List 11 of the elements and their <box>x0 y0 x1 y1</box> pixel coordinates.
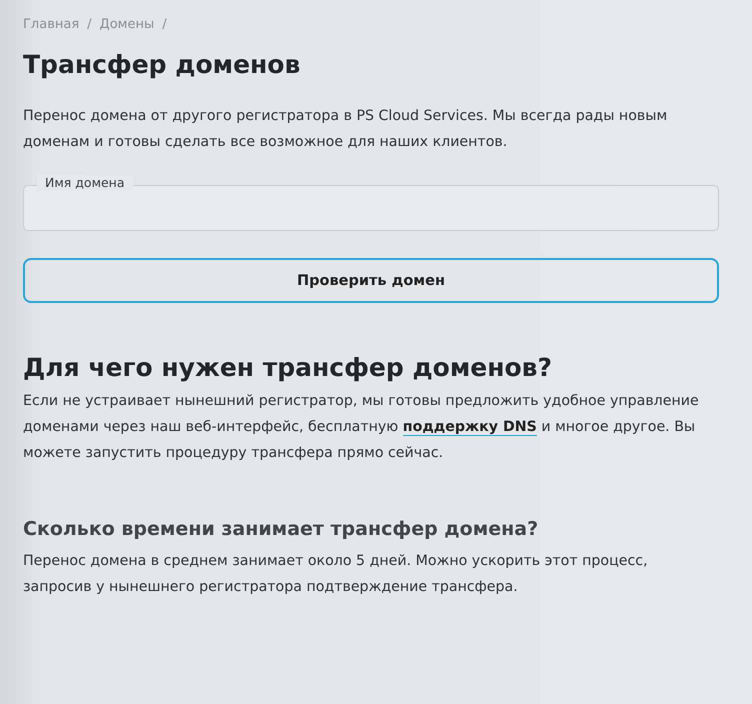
dns-support-link[interactable]: поддержку DNS <box>402 419 537 436</box>
breadcrumb-separator: / <box>162 17 167 32</box>
section-paragraph: Если не устраивает нынешний регистратор, мы готовы предложить удобное управление доменами через наш веб-интерфейс, бесплатную поддержку DNS и многое другое. Вы можете запустить процедуру трансфера прямо сейчас. <box>23 392 700 463</box>
field-label: Имя домена <box>37 175 133 190</box>
section-paragraph: Перенос домена в среднем занимает около 5 дней. Можно ускорить этот процесс, запросив у нынешнего регистратора подтверждение трансфера. <box>23 552 649 597</box>
section-heading: Для чего нужен трансфер доменов? <box>23 353 554 382</box>
page-title: Трансфер доменов <box>23 50 302 79</box>
breadcrumb-separator: / <box>87 17 92 32</box>
section-heading: Сколько времени занимает трансфер домена? <box>23 518 540 540</box>
intro-paragraph: Перенос домена от другого регистратора в PS Cloud Services. Мы всегда рады новым доменам и готовы сделать все возможное для наших клиентов. <box>23 107 668 152</box>
check-domain-button[interactable]: Проверить домен <box>23 258 719 303</box>
